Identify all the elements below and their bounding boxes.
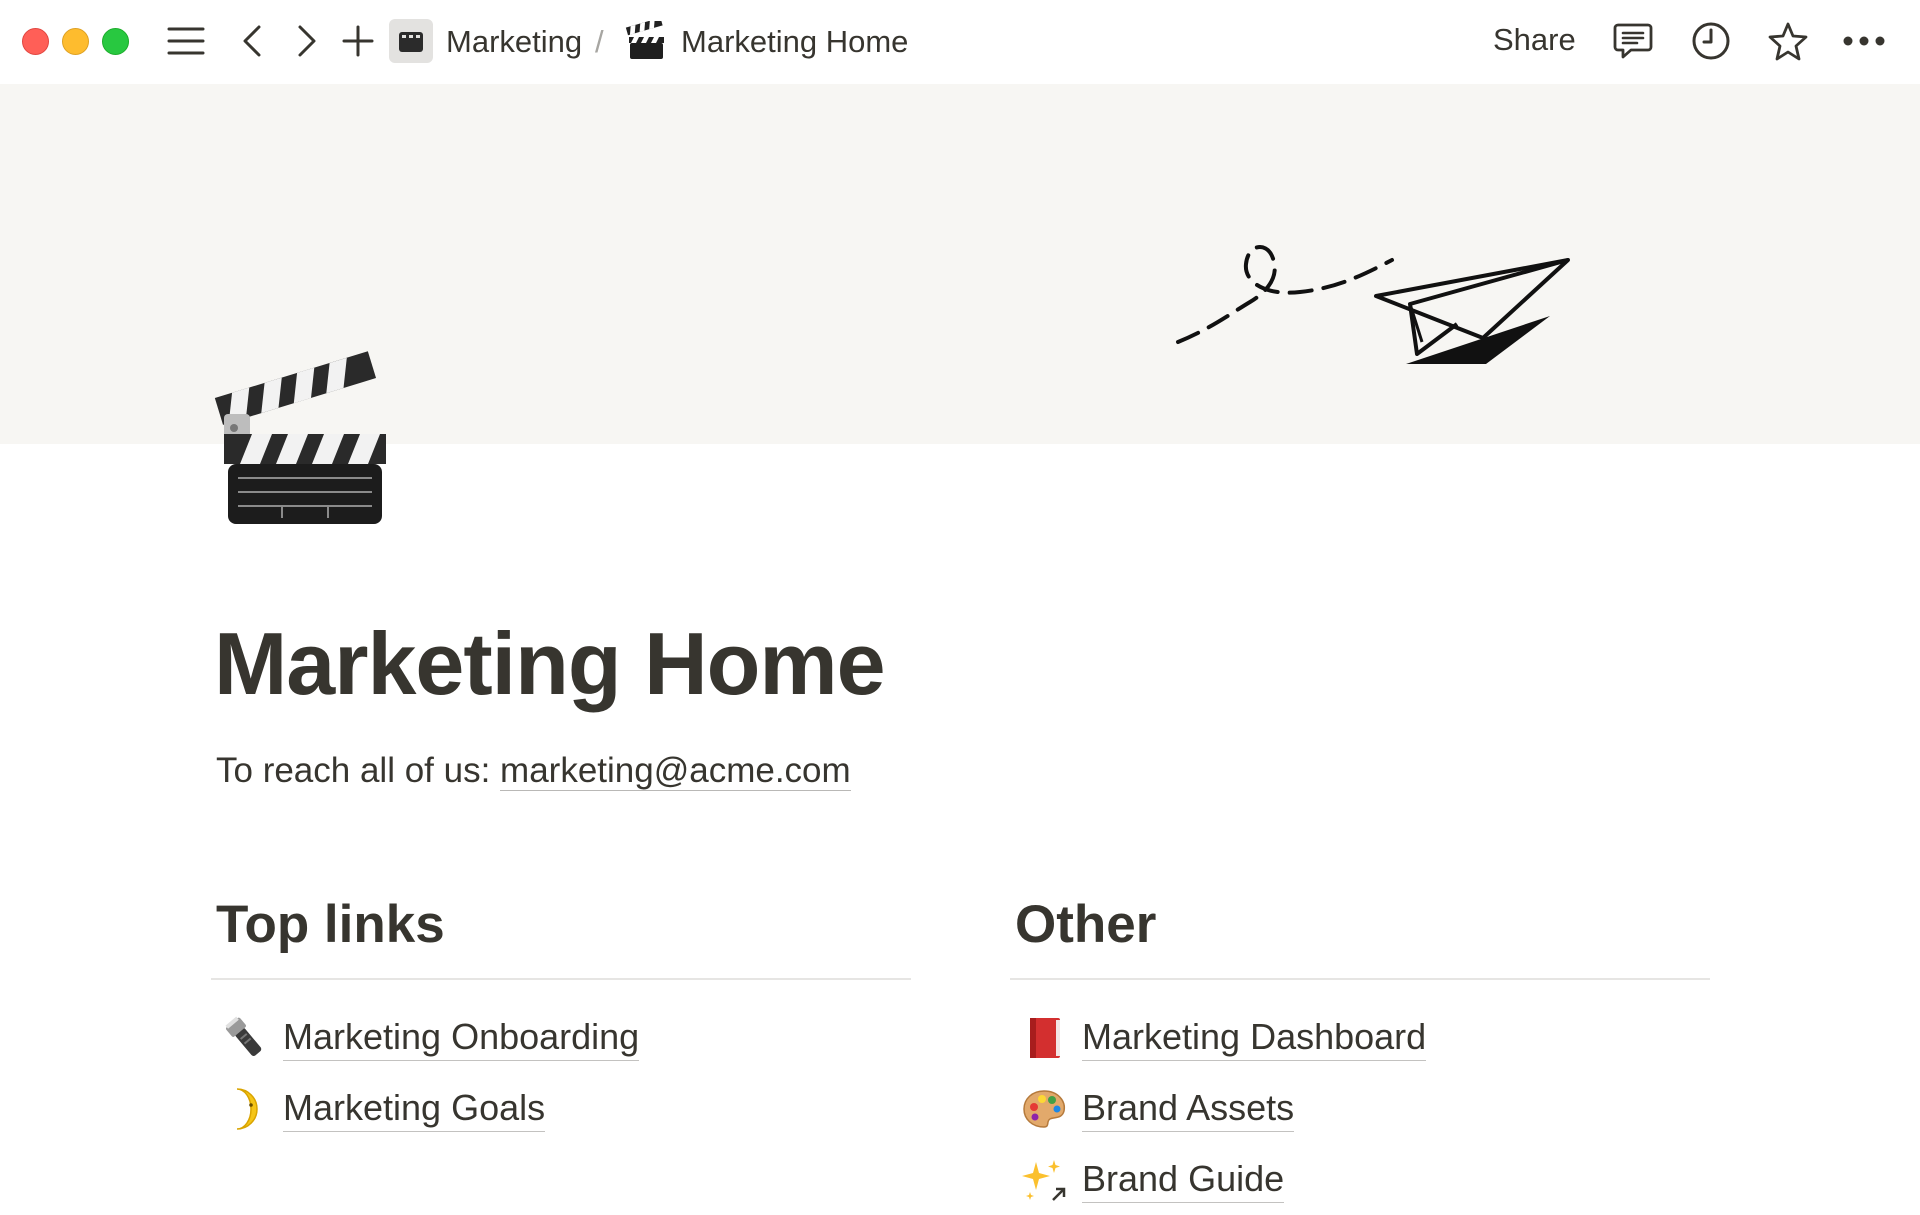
star-icon[interactable] xyxy=(1766,20,1810,62)
link-label[interactable]: Marketing Dashboard xyxy=(1082,1014,1427,1061)
hamburger-icon[interactable] xyxy=(166,20,206,62)
link-item[interactable]: Brand Assets xyxy=(1010,1073,1710,1144)
heading-other: Other xyxy=(1015,895,1157,954)
window-minimize-button[interactable] xyxy=(62,28,89,55)
breadcrumb-current[interactable]: Marketing Home xyxy=(681,22,908,62)
paper-plane-illustration xyxy=(1176,245,1570,364)
sparkles-icon xyxy=(1016,1152,1072,1208)
more-icon[interactable] xyxy=(1842,20,1886,62)
divider xyxy=(1010,978,1710,980)
link-label[interactable]: Brand Guide xyxy=(1082,1156,1285,1203)
divider xyxy=(211,978,911,980)
clapperboard-icon xyxy=(624,20,668,62)
clock-icon[interactable] xyxy=(1690,20,1732,62)
crescent-moon-icon xyxy=(217,1081,273,1137)
link-item[interactable]: Marketing Goals xyxy=(211,1073,911,1144)
breadcrumb-separator: / xyxy=(595,24,604,59)
flashlight-icon xyxy=(217,1010,273,1066)
contact-prefix: To reach all of us: xyxy=(216,751,501,790)
breadcrumb-parent[interactable]: Marketing xyxy=(446,22,582,62)
heading-top-links: Top links xyxy=(216,895,445,954)
window-zoom-button[interactable] xyxy=(102,28,129,55)
breadcrumb-parent-icon[interactable] xyxy=(389,19,433,63)
contact-email-link[interactable]: marketing@acme.com xyxy=(500,751,851,791)
page-icon-clapperboard[interactable] xyxy=(212,350,392,530)
share-button[interactable]: Share xyxy=(1493,20,1576,60)
window-close-button[interactable] xyxy=(22,28,49,55)
red-book-icon xyxy=(1016,1010,1072,1066)
link-item[interactable]: Marketing Onboarding xyxy=(211,1002,911,1073)
contact-line: To reach all of us: marketing@acme.com xyxy=(216,748,851,794)
plus-icon[interactable] xyxy=(341,20,375,62)
column-top-links: Top links Marketing Onboarding Marketing… xyxy=(211,890,911,1144)
artist-palette-icon xyxy=(1016,1081,1072,1137)
link-label[interactable]: Marketing Onboarding xyxy=(283,1014,640,1061)
link-item[interactable]: Marketing Dashboard xyxy=(1010,1002,1710,1073)
comment-icon[interactable] xyxy=(1612,20,1654,62)
link-label[interactable]: Brand Assets xyxy=(1082,1085,1295,1132)
link-item[interactable]: Brand Guide xyxy=(1010,1144,1710,1215)
link-label[interactable]: Marketing Goals xyxy=(283,1085,546,1132)
top-bar: Marketing / Marketing Home Share xyxy=(0,0,1920,84)
page-title[interactable]: Marketing Home xyxy=(214,610,886,718)
column-other: Other Marketing Dashboard Brand Assets B… xyxy=(1010,890,1710,1215)
chevron-right-icon[interactable] xyxy=(293,20,321,62)
chevron-left-icon[interactable] xyxy=(238,20,266,62)
